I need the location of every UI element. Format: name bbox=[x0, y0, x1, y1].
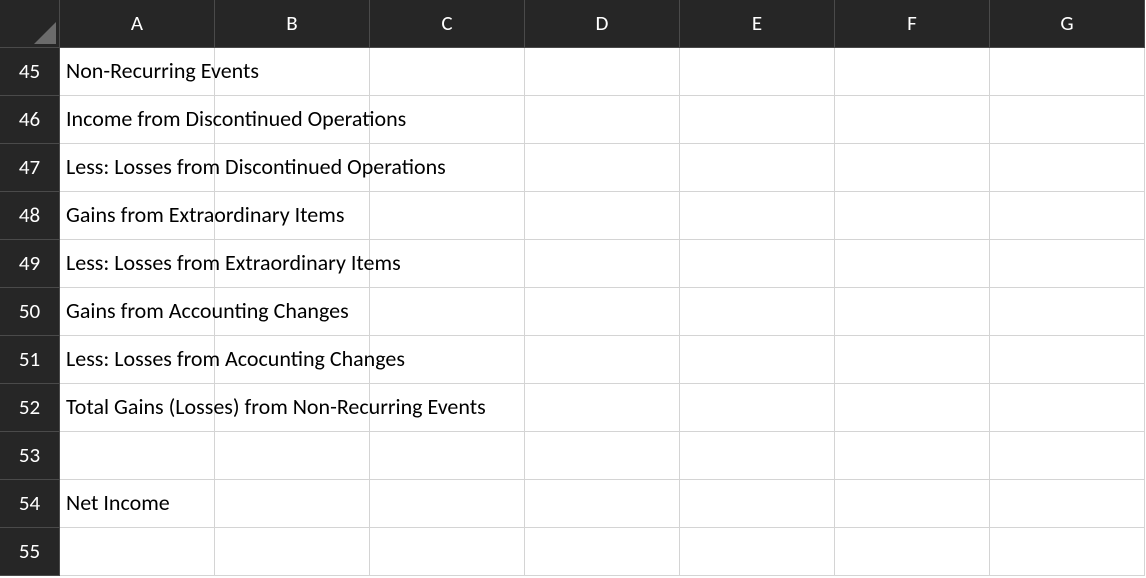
cell-B53[interactable] bbox=[215, 432, 370, 480]
col-header-A[interactable]: A bbox=[60, 0, 215, 48]
cell-D55[interactable] bbox=[525, 528, 680, 576]
col-header-G[interactable]: G bbox=[990, 0, 1145, 48]
cell-E50[interactable] bbox=[680, 288, 835, 336]
cell-E46[interactable] bbox=[680, 96, 835, 144]
cell-E55[interactable] bbox=[680, 528, 835, 576]
row-header-45[interactable]: 45 bbox=[0, 48, 60, 96]
cell-F50[interactable] bbox=[835, 288, 990, 336]
cell-A52[interactable]: Total Gains (Losses) from Non-Recurring … bbox=[60, 384, 215, 432]
cell-A48[interactable]: Gains from Extraordinary Items bbox=[60, 192, 215, 240]
cell-G51[interactable] bbox=[990, 336, 1145, 384]
cell-D48[interactable] bbox=[525, 192, 680, 240]
row-header-49[interactable]: 49 bbox=[0, 240, 60, 288]
cell-G54[interactable] bbox=[990, 480, 1145, 528]
cell-D50[interactable] bbox=[525, 288, 680, 336]
cell-B54[interactable] bbox=[215, 480, 370, 528]
select-all-triangle-icon bbox=[34, 22, 56, 44]
cell-A45[interactable]: Non-Recurring Events bbox=[60, 48, 215, 96]
row-header-53[interactable]: 53 bbox=[0, 432, 60, 480]
cell-D45[interactable] bbox=[525, 48, 680, 96]
row-header-48[interactable]: 48 bbox=[0, 192, 60, 240]
cell-E53[interactable] bbox=[680, 432, 835, 480]
cell-F53[interactable] bbox=[835, 432, 990, 480]
cell-A55[interactable] bbox=[60, 528, 215, 576]
cell-E47[interactable] bbox=[680, 144, 835, 192]
cell-A47[interactable]: Less: Losses from Discontinued Operation… bbox=[60, 144, 215, 192]
select-all-corner[interactable] bbox=[0, 0, 60, 48]
cell-D47[interactable] bbox=[525, 144, 680, 192]
cell-F52[interactable] bbox=[835, 384, 990, 432]
cell-A49[interactable]: Less: Losses from Extraordinary Items bbox=[60, 240, 215, 288]
cell-A50[interactable]: Gains from Accounting Changes bbox=[60, 288, 215, 336]
cell-C48[interactable] bbox=[370, 192, 525, 240]
cell-B55[interactable] bbox=[215, 528, 370, 576]
cell-G48[interactable] bbox=[990, 192, 1145, 240]
cell-F48[interactable] bbox=[835, 192, 990, 240]
spreadsheet-grid: A B C D E F G 45 Non-Recurring Events 46… bbox=[0, 0, 1146, 576]
cell-A53[interactable] bbox=[60, 432, 215, 480]
cell-A46[interactable]: Income from Discontinued Operations bbox=[60, 96, 215, 144]
cell-E45[interactable] bbox=[680, 48, 835, 96]
cell-G46[interactable] bbox=[990, 96, 1145, 144]
cell-E54[interactable] bbox=[680, 480, 835, 528]
cell-C50[interactable] bbox=[370, 288, 525, 336]
col-header-F[interactable]: F bbox=[835, 0, 990, 48]
row-header-46[interactable]: 46 bbox=[0, 96, 60, 144]
cell-F46[interactable] bbox=[835, 96, 990, 144]
row-header-51[interactable]: 51 bbox=[0, 336, 60, 384]
cell-F45[interactable] bbox=[835, 48, 990, 96]
cell-A54[interactable]: Net Income bbox=[60, 480, 215, 528]
cell-E48[interactable] bbox=[680, 192, 835, 240]
cell-A51[interactable]: Less: Losses from Acocunting Changes bbox=[60, 336, 215, 384]
cell-C45[interactable] bbox=[370, 48, 525, 96]
cell-G53[interactable] bbox=[990, 432, 1145, 480]
cell-F51[interactable] bbox=[835, 336, 990, 384]
row-header-55[interactable]: 55 bbox=[0, 528, 60, 576]
cell-F47[interactable] bbox=[835, 144, 990, 192]
row-header-54[interactable]: 54 bbox=[0, 480, 60, 528]
cell-D54[interactable] bbox=[525, 480, 680, 528]
cell-E49[interactable] bbox=[680, 240, 835, 288]
cell-C55[interactable] bbox=[370, 528, 525, 576]
cell-F54[interactable] bbox=[835, 480, 990, 528]
cell-G45[interactable] bbox=[990, 48, 1145, 96]
col-header-C[interactable]: C bbox=[370, 0, 525, 48]
cell-D51[interactable] bbox=[525, 336, 680, 384]
cell-G50[interactable] bbox=[990, 288, 1145, 336]
cell-G52[interactable] bbox=[990, 384, 1145, 432]
col-header-B[interactable]: B bbox=[215, 0, 370, 48]
col-header-E[interactable]: E bbox=[680, 0, 835, 48]
cell-G49[interactable] bbox=[990, 240, 1145, 288]
cell-F49[interactable] bbox=[835, 240, 990, 288]
row-header-50[interactable]: 50 bbox=[0, 288, 60, 336]
cell-D46[interactable] bbox=[525, 96, 680, 144]
cell-D53[interactable] bbox=[525, 432, 680, 480]
cell-D52[interactable] bbox=[525, 384, 680, 432]
row-header-47[interactable]: 47 bbox=[0, 144, 60, 192]
cell-E51[interactable] bbox=[680, 336, 835, 384]
cell-E52[interactable] bbox=[680, 384, 835, 432]
cell-G55[interactable] bbox=[990, 528, 1145, 576]
cell-G47[interactable] bbox=[990, 144, 1145, 192]
cell-C54[interactable] bbox=[370, 480, 525, 528]
cell-C53[interactable] bbox=[370, 432, 525, 480]
col-header-D[interactable]: D bbox=[525, 0, 680, 48]
row-header-52[interactable]: 52 bbox=[0, 384, 60, 432]
cell-F55[interactable] bbox=[835, 528, 990, 576]
cell-D49[interactable] bbox=[525, 240, 680, 288]
